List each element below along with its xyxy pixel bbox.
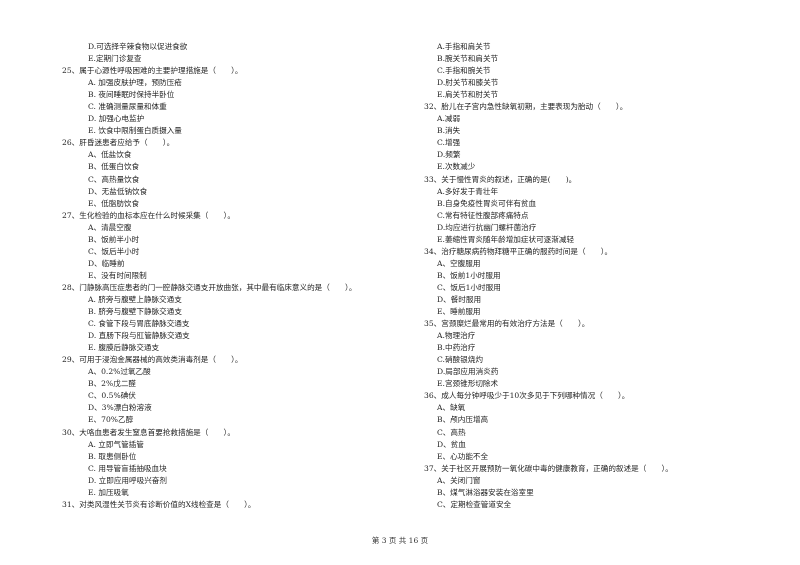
question-text: 26、肝昏迷患者应给予（ ）。 xyxy=(62,138,175,148)
question-text: 34、治疗糖尿病药物拜糖平正确的服药时间是（ ）。 xyxy=(424,246,613,256)
answer-option: E.定期门诊复查 xyxy=(88,54,142,64)
answer-option: D、临睡前 xyxy=(88,258,125,268)
answer-option: B.腕关节和肩关节 xyxy=(437,54,499,64)
answer-option: D、3%漂白粉溶液 xyxy=(88,403,152,413)
answer-option: E.萎缩性胃炎随年龄增加症状可逐渐减轻 xyxy=(437,234,575,244)
question-text: 35、宫颈糜烂最常用的有效治疗方法是（ ）。 xyxy=(424,319,590,329)
answer-option: A. 立即气管插管 xyxy=(88,439,144,449)
answer-option: B.中药治疗 xyxy=(437,343,476,353)
answer-option: A、清晨空腹 xyxy=(88,222,132,232)
left-column: D.可选择辛辣食物以促进食欲 E.定期门诊复查 25、属于心源性呼吸困难的主要护理措… xyxy=(62,41,356,511)
answer-option: D.局部应用消炎药 xyxy=(437,367,499,377)
answer-option: B、饭前半小时 xyxy=(88,234,140,244)
answer-option: A.物理治疗 xyxy=(437,331,476,341)
answer-option: A. 脐旁与腹壁上静脉交通支 xyxy=(88,294,182,304)
question-text: 33、关于慢性胃炎的叙述，正确的是( )。 xyxy=(424,174,577,184)
answer-option: E、没有时间限制 xyxy=(88,270,147,280)
answer-option: B、低蛋白饮食 xyxy=(88,162,140,172)
question-text: 25、属于心源性呼吸困难的主要护理措施是（ ）。 xyxy=(62,66,243,76)
answer-option: C. 准确测量尿量和体重 xyxy=(88,102,167,112)
answer-option: C、饭后1小时服用 xyxy=(437,282,501,292)
answer-option: E、心功能不全 xyxy=(437,451,489,461)
answer-option: A、低盐饮食 xyxy=(88,150,132,160)
answer-option: C、0.5%碘伏 xyxy=(88,391,136,401)
answer-option: A.手指和肩关节 xyxy=(437,42,491,51)
question-text: 27、生化检验的血标本应在什么时候采集（ ）。 xyxy=(62,210,235,220)
answer-option: E.宫颈锥形切除术 xyxy=(437,379,499,389)
answer-option: C、高热量饮食 xyxy=(88,174,140,184)
answer-option: A.多好发于青壮年 xyxy=(437,186,499,196)
answer-option: B. 脐旁与腹壁下静脉交通支 xyxy=(88,307,182,317)
answer-option: A、空腹服用 xyxy=(437,258,481,268)
answer-option: C.常有特征性腹部疼痛特点 xyxy=(437,210,529,220)
answer-option: B.自身免疫性胃炎可伴有贫血 xyxy=(437,198,537,208)
answer-option: E. 腹膜后静脉交通支 xyxy=(88,343,160,353)
answer-option: C.增强 xyxy=(437,138,461,148)
answer-option: D.肘关节和膝关节 xyxy=(437,78,499,88)
answer-option: A. 加强皮肤护理，预防压疮 xyxy=(88,78,182,88)
question-text: 28、门静脉高压症患者的门一腔静脉交通支开放曲张，其中最有临床意义的是（ ）。 xyxy=(62,282,357,292)
answer-option: A、0.2%过氧乙酸 xyxy=(88,367,151,377)
answer-option: E.次数减少 xyxy=(437,162,476,172)
answer-option: E、70%乙醇 xyxy=(88,415,134,425)
answer-option: D. 直肠下段与肛管静脉交通支 xyxy=(88,331,190,341)
answer-option: E、睡前服用 xyxy=(437,307,481,317)
answer-option: A.减弱 xyxy=(437,114,461,124)
answer-option: C、高热 xyxy=(437,427,466,437)
question-text: 30、大咯血患者发生窒息首要抢救措施是（ ）。 xyxy=(62,427,235,437)
answer-option: C.手指和腕关节 xyxy=(437,66,491,76)
answer-option: D. 立即应用呼吸兴奋剂 xyxy=(88,475,167,485)
answer-option: B、煤气淋浴器安装在浴室里 xyxy=(437,487,534,497)
answer-option: E、低脂肪饮食 xyxy=(88,198,140,208)
answer-option: D.均应进行抗幽门螺杆菌治疗 xyxy=(437,222,537,232)
question-text: 29、可用于浸泡金属器械的高效类消毒剂是（ ）。 xyxy=(62,355,243,365)
answer-option: D.可选择辛辣食物以促进食欲 xyxy=(88,42,188,51)
answer-option: D、餐时服用 xyxy=(437,294,482,304)
page-footer: 第 3 页 共 16 页 xyxy=(371,536,429,545)
answer-option: C. 食管下段与胃底静脉交通支 xyxy=(88,319,190,329)
answer-option: B、饭前1小时服用 xyxy=(437,270,501,280)
answer-option: B. 夜间睡眠时保持半卧位 xyxy=(88,90,175,100)
answer-option: D.频繁 xyxy=(437,150,461,160)
question-text: 37、关于社区开展预防一氧化碳中毒的健康教育，正确的叙述是（ ）。 xyxy=(424,463,673,473)
answer-option: C、定期检查管道安全 xyxy=(437,499,512,509)
answer-option: D. 加强心电监护 xyxy=(88,114,145,124)
answer-option: C. 用导管盲插抽吸血块 xyxy=(88,463,167,473)
answer-option: A、关闭门窗 xyxy=(437,475,481,485)
answer-option: C.硝酸银烧灼 xyxy=(437,355,483,365)
answer-option: E. 加压吸氧 xyxy=(88,487,129,497)
answer-option: B、颅内压增高 xyxy=(437,415,489,425)
right-column: A.手指和肩关节 B.腕关节和肩关节 C.手指和腕关节 D.肘关节和膝关节 E.肩关节和… xyxy=(424,41,673,511)
answer-option: C、饭后半小时 xyxy=(88,246,140,256)
question-text: 36、成人每分钟呼吸少于10次多见于下列哪种情况（ ）。 xyxy=(424,391,630,401)
answer-option: D、无盐低钠饮食 xyxy=(88,186,148,196)
answer-option: A、缺氧 xyxy=(437,403,466,413)
answer-option: B.消失 xyxy=(437,126,461,136)
answer-option: B、2%戊二醛 xyxy=(88,379,137,389)
answer-option: E. 饮食中限制蛋白质摄入量 xyxy=(88,126,182,136)
answer-option: D、贫血 xyxy=(437,439,466,449)
question-text: 32、胎儿在子宫内急性缺氧初期，主要表现为胎动（ ）。 xyxy=(424,102,628,112)
question-text: 31、对类风湿性关节炎有诊断价值的X线检查是（ ）。 xyxy=(62,499,256,509)
answer-option: E.肩关节和肘关节 xyxy=(437,90,499,100)
answer-option: B. 取患侧卧位 xyxy=(88,451,137,461)
